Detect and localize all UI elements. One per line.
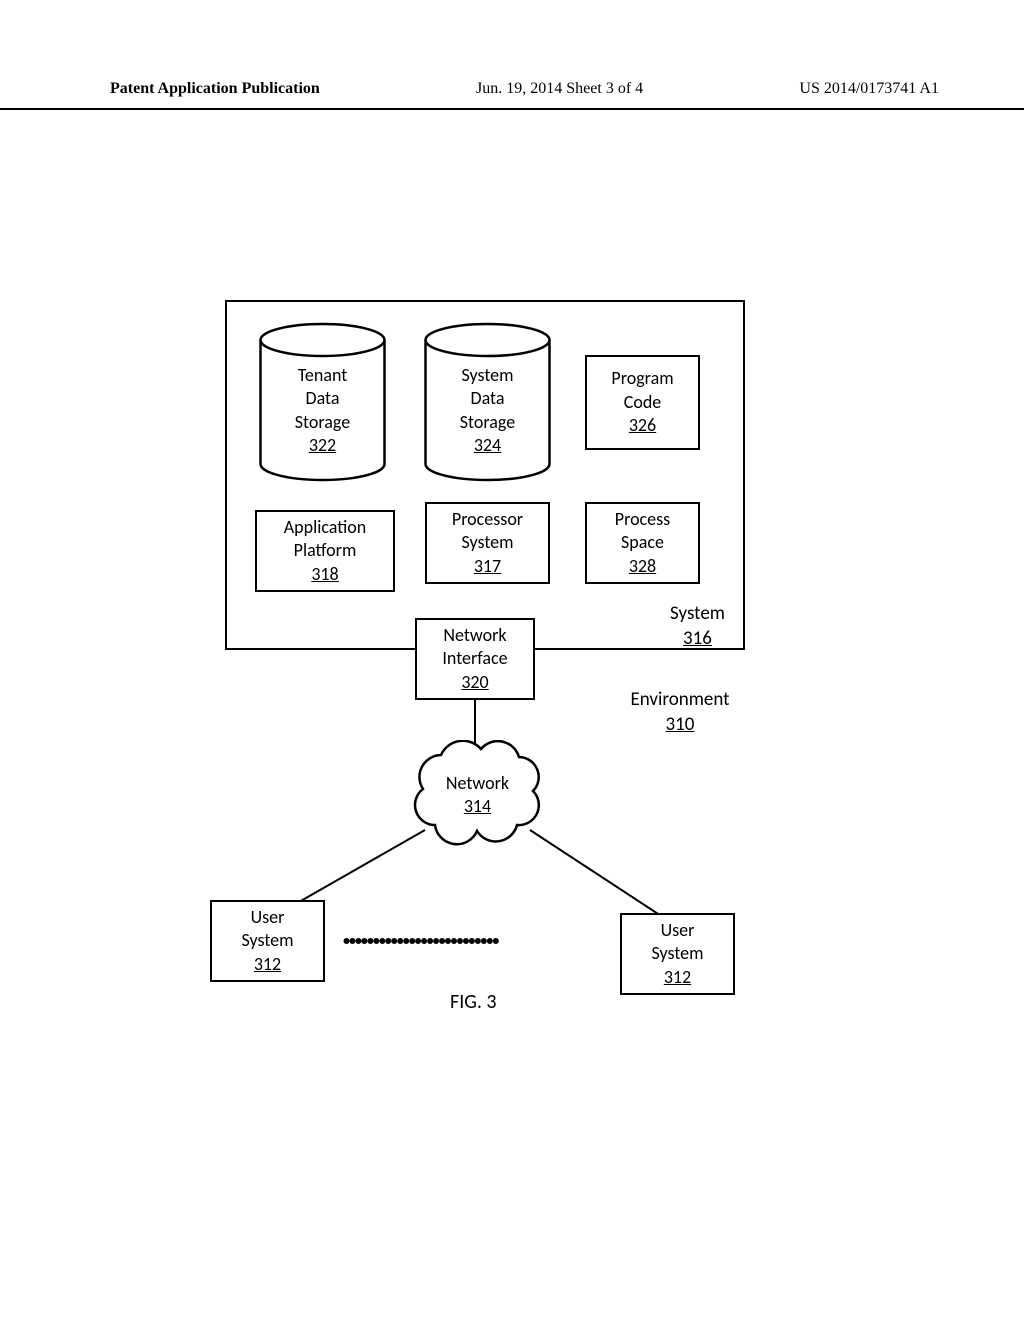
sysdata-l3: Storage <box>420 411 555 434</box>
user2-l2: System <box>651 942 703 965</box>
user2-ref: 312 <box>664 966 691 989</box>
user1-ref: 312 <box>254 953 281 976</box>
net-ref: 314 <box>400 795 555 818</box>
tenant-l2: Data <box>255 387 390 410</box>
tenant-ref: 322 <box>255 434 390 457</box>
netif-ref: 320 <box>461 671 488 694</box>
environment-label: Environment 310 <box>610 688 750 737</box>
env-ref: 310 <box>610 713 750 738</box>
network-interface-box: Network Interface 320 <box>415 618 535 700</box>
prog-l1: Program <box>611 367 673 390</box>
processor-system-box: Processor System 317 <box>425 502 550 584</box>
app-ref: 318 <box>311 563 338 586</box>
header-date-sheet: Jun. 19, 2014 Sheet 3 of 4 <box>476 80 643 98</box>
program-code-box: Program Code 326 <box>585 355 700 450</box>
prog-l2: Code <box>624 391 662 414</box>
app-l1: Application <box>284 516 367 539</box>
syslabel-l1: System <box>655 602 740 627</box>
netif-l2: Interface <box>442 647 507 670</box>
figure-3-diagram: Tenant Data Storage 322 System Data Stor… <box>225 300 755 1030</box>
tenant-l1: Tenant <box>255 364 390 387</box>
ellipsis-dots: •••••••••••••••••••••••••• <box>343 932 498 949</box>
pspace-ref: 328 <box>629 555 656 578</box>
app-l2: Platform <box>294 539 357 562</box>
tenant-l3: Storage <box>255 411 390 434</box>
system-316-label: System 316 <box>655 602 740 651</box>
figure-caption: FIG. 3 <box>450 990 497 1014</box>
pspace-l1: Process <box>615 508 670 531</box>
proc-ref: 317 <box>474 555 501 578</box>
tenant-data-storage-cylinder: Tenant Data Storage 322 <box>255 322 390 482</box>
proc-l1: Processor <box>452 508 523 531</box>
net-l1: Network <box>400 772 555 795</box>
pspace-l2: Space <box>621 531 664 554</box>
sysdata-l2: Data <box>420 387 555 410</box>
user2-l1: User <box>661 919 695 942</box>
proc-l2: System <box>461 531 513 554</box>
process-space-box: Process Space 328 <box>585 502 700 584</box>
application-platform-box: Application Platform 318 <box>255 510 395 592</box>
page-header: Patent Application Publication Jun. 19, … <box>0 80 1024 110</box>
sysdata-l1: System <box>420 364 555 387</box>
syslabel-ref: 316 <box>655 627 740 652</box>
env-l1: Environment <box>610 688 750 713</box>
header-publication: Patent Application Publication <box>110 80 320 98</box>
sysdata-ref: 324 <box>420 434 555 457</box>
user-system-right-box: User System 312 <box>620 913 735 995</box>
user1-l2: System <box>241 929 293 952</box>
network-cloud: Network 314 <box>400 740 555 850</box>
netif-l1: Network <box>443 624 506 647</box>
user1-l1: User <box>251 906 285 929</box>
header-pub-number: US 2014/0173741 A1 <box>799 80 939 98</box>
system-data-storage-cylinder: System Data Storage 324 <box>420 322 555 482</box>
prog-ref: 326 <box>629 414 656 437</box>
user-system-left-box: User System 312 <box>210 900 325 982</box>
